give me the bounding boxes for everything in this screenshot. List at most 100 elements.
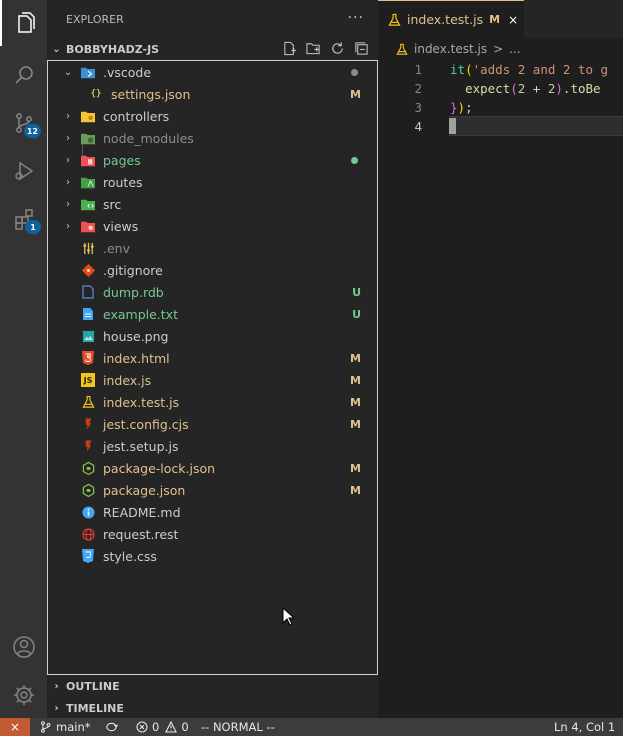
- new-folder-icon[interactable]: [305, 40, 322, 57]
- tab-git-status: M: [489, 13, 501, 26]
- test-flask-icon: [388, 13, 401, 26]
- breadcrumb: index.test.js > ...: [378, 38, 623, 60]
- sync-button[interactable]: [105, 718, 118, 736]
- refresh-icon[interactable]: [329, 40, 346, 57]
- tree-item-label: house.png: [103, 328, 169, 344]
- tree-item-label: dump.rdb: [103, 284, 164, 300]
- settings-sliders-icon: [81, 241, 95, 255]
- code-editor[interactable]: 1 2 3 4 it('adds 2 and 2 to g expect(2 +…: [378, 60, 623, 718]
- git-status: U: [352, 307, 361, 321]
- chevron-right-icon: ›: [66, 220, 70, 232]
- tree-item-label: index.test.js: [103, 394, 180, 410]
- tree-item-label: jest.setup.js: [103, 438, 179, 454]
- git-status: M: [350, 351, 361, 365]
- tree-file-readme[interactable]: README.md: [48, 501, 377, 523]
- editor-tab-bar: index.test.js M ×: [378, 0, 623, 38]
- tree-folder-pages[interactable]: › pages: [48, 149, 377, 171]
- error-icon: [136, 721, 148, 733]
- tree-item-label: style.css: [103, 548, 157, 564]
- tree-file-house-png[interactable]: house.png: [48, 325, 377, 347]
- explorer-sidebar: EXPLORER ··· ⌄ BOBBYHADZ-JS ⌄ .vscode {}…: [47, 0, 378, 718]
- more-actions-button[interactable]: ···: [348, 10, 364, 26]
- block-cursor: [449, 118, 456, 134]
- tab-index-test-js[interactable]: index.test.js M ×: [378, 0, 524, 38]
- tree-item-label: controllers: [103, 108, 170, 124]
- vim-mode: -- NORMAL --: [201, 720, 275, 734]
- timeline-panel-header[interactable]: › TIMELINE: [47, 697, 378, 719]
- tree-file-example-txt[interactable]: example.txt U: [48, 303, 377, 325]
- new-file-icon[interactable]: [281, 40, 298, 57]
- src-folder-icon: [81, 197, 95, 211]
- tree-folder-node-modules[interactable]: › node_modules: [48, 127, 377, 149]
- vscode-folder-icon: [81, 65, 95, 79]
- scm-badge: 12: [23, 124, 41, 138]
- cursor-position[interactable]: Ln 4, Col 1: [554, 718, 615, 736]
- explorer-icon[interactable]: [0, 0, 47, 46]
- chevron-down-icon: ⌄: [63, 66, 73, 78]
- workspace-folder-header[interactable]: ⌄ BOBBYHADZ-JS: [47, 38, 378, 60]
- tree-folder-controllers[interactable]: › controllers: [48, 105, 377, 127]
- timeline-title: TIMELINE: [66, 701, 124, 715]
- tree-item-label: jest.config.cjs: [103, 416, 189, 432]
- chevron-right-icon: ›: [54, 680, 59, 692]
- globe-icon: [81, 527, 95, 541]
- account-icon[interactable]: [0, 624, 47, 670]
- run-debug-icon[interactable]: [0, 148, 47, 194]
- jest-icon: [81, 439, 95, 453]
- branch-name: main*: [56, 720, 91, 734]
- tree-folder-vscode[interactable]: ⌄ .vscode: [48, 61, 377, 83]
- remote-indicator-icon[interactable]: ×: [0, 718, 30, 736]
- chevron-right-icon: ›: [66, 132, 70, 144]
- tree-file-gitignore[interactable]: .gitignore: [48, 259, 377, 281]
- outline-panel-header[interactable]: › OUTLINE: [47, 675, 378, 697]
- manage-gear-icon[interactable]: [0, 672, 47, 718]
- tree-folder-src[interactable]: › src: [48, 193, 377, 215]
- tree-file-jest-setup[interactable]: jest.setup.js: [48, 435, 377, 457]
- tree-file-dump-rdb[interactable]: dump.rdb U: [48, 281, 377, 303]
- line-number: 1: [414, 62, 422, 77]
- tree-item-label: views: [103, 218, 139, 234]
- nodejs-icon: [81, 483, 95, 497]
- pages-folder-icon: [81, 153, 95, 167]
- search-icon[interactable]: [0, 52, 47, 98]
- code-line-3: });: [450, 100, 473, 115]
- tree-item-label: .vscode: [103, 64, 152, 80]
- tree-item-label: README.md: [103, 504, 181, 520]
- tree-item-label: .gitignore: [103, 262, 163, 278]
- warning-icon: [165, 721, 178, 733]
- tree-file-package-lock[interactable]: package-lock.json M: [48, 457, 377, 479]
- tree-file-jest-config[interactable]: jest.config.cjs M: [48, 413, 377, 435]
- tree-file-request-rest[interactable]: request.rest: [48, 523, 377, 545]
- image-file-icon: [81, 329, 95, 343]
- tree-item-label: index.js: [103, 372, 152, 388]
- tree-file-index-js[interactable]: JS index.js M: [48, 369, 377, 391]
- git-status: M: [350, 87, 361, 101]
- breadcrumb-separator: >: [493, 42, 504, 56]
- source-control-icon[interactable]: 12: [0, 100, 47, 146]
- tree-file-index-test-js[interactable]: index.test.js M: [48, 391, 377, 413]
- tree-folder-views[interactable]: › views: [48, 215, 377, 237]
- outline-title: OUTLINE: [66, 679, 120, 693]
- current-line-highlight: [449, 116, 623, 136]
- breadcrumb-file[interactable]: index.test.js: [414, 42, 487, 56]
- mouse-cursor-icon: [282, 607, 294, 626]
- breadcrumb-symbol[interactable]: ...: [509, 42, 520, 56]
- problems-indicator[interactable]: 0 0: [136, 718, 189, 736]
- branch-indicator[interactable]: main*: [40, 718, 90, 736]
- close-icon[interactable]: ×: [508, 13, 518, 27]
- test-flask-icon: [396, 43, 408, 55]
- html5-icon: [81, 351, 95, 365]
- tree-file-env[interactable]: .env: [48, 237, 377, 259]
- tree-file-package-json[interactable]: package.json M: [48, 479, 377, 501]
- tree-file-settings-json[interactable]: {} settings.json M: [48, 83, 377, 105]
- collapse-all-icon[interactable]: [353, 40, 370, 57]
- tree-folder-routes[interactable]: › routes: [48, 171, 377, 193]
- tree-file-style-css[interactable]: style.css: [48, 545, 377, 567]
- info-icon: [81, 505, 95, 519]
- routes-folder-icon: [81, 175, 95, 189]
- tree-file-index-html[interactable]: index.html M: [48, 347, 377, 369]
- text-file-icon: [81, 307, 95, 321]
- tree-item-label: settings.json: [111, 86, 191, 102]
- extensions-icon[interactable]: 1: [0, 196, 47, 242]
- warning-count: 0: [181, 720, 189, 734]
